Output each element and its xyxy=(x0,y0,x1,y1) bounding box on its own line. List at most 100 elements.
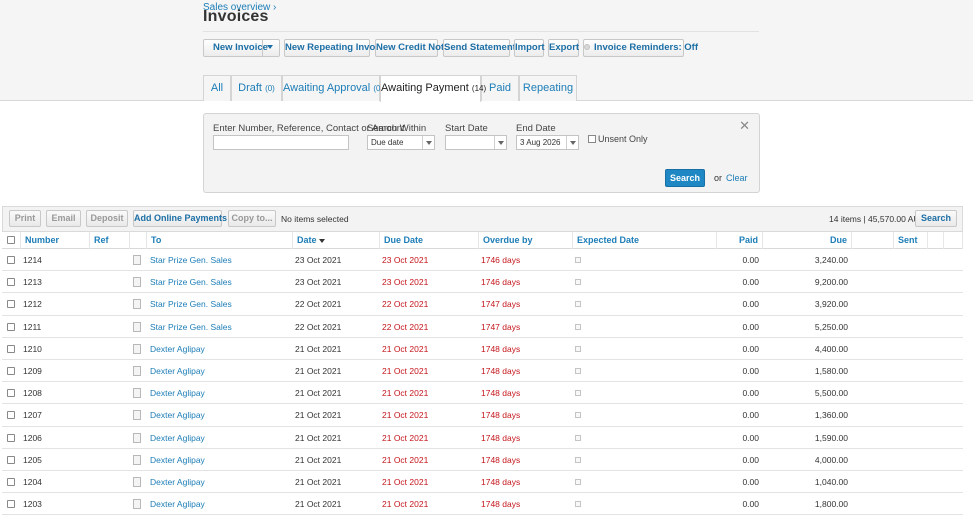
table-row[interactable]: 1208 Dexter Aglipay 21 Oct 2021 21 Oct 2021… xyxy=(2,382,963,405)
add-expected-date-icon[interactable] xyxy=(575,367,581,374)
invoice-date: 21 Oct 2021 xyxy=(295,476,342,487)
row-checkbox[interactable] xyxy=(7,278,15,287)
table-row[interactable]: 1212 Star Prize Gen. Sales 22 Oct 2021 22 O… xyxy=(2,293,963,316)
new-repeating-invoice-button[interactable]: New Repeating Invoice xyxy=(284,39,388,57)
copy-to-button[interactable]: Copy to... xyxy=(228,210,276,227)
print-button[interactable]: Print xyxy=(9,210,41,227)
new-invoice-button[interactable]: New Invoice xyxy=(203,39,280,57)
invoice-number[interactable]: 1214 xyxy=(23,249,42,271)
toolbar-search-button[interactable]: Search xyxy=(915,210,957,227)
invoice-number[interactable]: 1213 xyxy=(23,271,42,293)
row-checkbox[interactable] xyxy=(7,477,15,486)
table-row[interactable]: 1205 Dexter Aglipay 21 Oct 2021 21 Oct 2021… xyxy=(2,449,963,471)
invoice-number[interactable]: 1208 xyxy=(23,382,42,404)
contact-link[interactable]: Star Prize Gen. Sales xyxy=(150,249,232,271)
add-expected-date-icon[interactable] xyxy=(575,323,581,330)
invoice-reminders-button[interactable]: Invoice Reminders: Off xyxy=(583,39,698,57)
table-row[interactable]: 1206 Dexter Aglipay 21 Oct 2021 21 Oct 2021… xyxy=(2,427,963,449)
row-checkbox[interactable] xyxy=(7,500,15,509)
invoice-number[interactable]: 1210 xyxy=(23,338,42,360)
unsent-only-checkbox[interactable] xyxy=(588,135,596,143)
row-checkbox[interactable] xyxy=(7,389,15,398)
contact-link[interactable]: Dexter Aglipay xyxy=(150,493,205,515)
invoice-number[interactable]: 1212 xyxy=(23,293,42,315)
row-checkbox[interactable] xyxy=(7,256,15,264)
contact-link[interactable]: Dexter Aglipay xyxy=(150,360,205,382)
column-expected-date[interactable]: Expected Date xyxy=(572,232,716,249)
invoice-number[interactable]: 1204 xyxy=(23,471,42,493)
column-to[interactable]: To xyxy=(146,232,292,249)
column-number[interactable]: Number xyxy=(20,232,89,249)
email-button[interactable]: Email xyxy=(46,210,81,227)
column-date[interactable]: Date xyxy=(292,232,379,249)
table-row[interactable]: 1207 Dexter Aglipay 21 Oct 2021 21 Oct 2021… xyxy=(2,404,963,427)
tab-all[interactable]: All xyxy=(203,75,231,101)
add-expected-date-icon[interactable] xyxy=(575,257,581,263)
table-row[interactable]: 1214 Star Prize Gen. Sales 23 Oct 2021 23 O… xyxy=(2,249,963,272)
contact-link[interactable]: Dexter Aglipay xyxy=(150,404,205,426)
table-row[interactable]: 1209 Dexter Aglipay 21 Oct 2021 21 Oct 2021… xyxy=(2,360,963,383)
row-checkbox[interactable] xyxy=(7,366,15,375)
chevron-down-icon[interactable] xyxy=(267,40,273,56)
column-sent[interactable]: Sent xyxy=(893,232,927,249)
send-statements-button[interactable]: Send Statements xyxy=(443,39,521,57)
row-checkbox[interactable] xyxy=(7,300,15,309)
contact-link[interactable]: Dexter Aglipay xyxy=(150,338,205,360)
add-expected-date-icon[interactable] xyxy=(575,345,581,352)
clear-link[interactable]: Clear xyxy=(726,173,748,183)
export-button[interactable]: Export xyxy=(548,39,579,57)
table-row[interactable]: 1203 Dexter Aglipay 21 Oct 2021 21 Oct 2021… xyxy=(2,493,963,516)
invoice-number[interactable]: 1209 xyxy=(23,360,42,382)
contact-link[interactable]: Dexter Aglipay xyxy=(150,382,205,404)
column-overdue-by[interactable]: Overdue by xyxy=(478,232,572,249)
table-row[interactable]: 1204 Dexter Aglipay 21 Oct 2021 21 Oct 2021… xyxy=(2,471,963,494)
invoice-number[interactable]: 1211 xyxy=(23,316,41,338)
tab-awaiting-payment[interactable]: Awaiting Payment (14) xyxy=(380,75,486,102)
close-icon[interactable]: ✕ xyxy=(739,118,750,134)
invoice-number[interactable]: 1205 xyxy=(23,449,42,471)
row-checkbox[interactable] xyxy=(7,433,15,442)
contact-link[interactable]: Dexter Aglipay xyxy=(150,427,205,449)
invoice-number[interactable]: 1207 xyxy=(23,404,42,426)
tab-draft[interactable]: Draft (0) xyxy=(231,75,282,101)
tab-awaiting-approval[interactable]: Awaiting Approval (0) xyxy=(282,75,383,101)
add-expected-date-icon[interactable] xyxy=(575,478,581,485)
invoice-number[interactable]: 1206 xyxy=(23,427,42,449)
contact-link[interactable]: Star Prize Gen. Sales xyxy=(150,293,232,315)
deposit-button[interactable]: Deposit xyxy=(86,210,128,227)
row-checkbox[interactable] xyxy=(7,411,15,420)
contact-link[interactable]: Dexter Aglipay xyxy=(150,449,205,471)
column-due[interactable]: Due xyxy=(762,232,851,249)
table-row[interactable]: 1210 Dexter Aglipay 21 Oct 2021 21 Oct 2021… xyxy=(2,338,963,360)
row-checkbox[interactable] xyxy=(7,344,15,353)
column-due-date[interactable]: Due Date xyxy=(379,232,478,249)
end-date-picker[interactable]: 3 Aug 2026 xyxy=(516,135,579,150)
start-date-picker[interactable] xyxy=(445,135,507,150)
table-row[interactable]: 1211 Star Prize Gen. Sales 22 Oct 2021 22 O… xyxy=(2,316,963,338)
column-paid[interactable]: Paid xyxy=(716,232,762,249)
contact-link[interactable]: Star Prize Gen. Sales xyxy=(150,271,232,293)
add-expected-date-icon[interactable] xyxy=(575,279,581,286)
row-checkbox[interactable] xyxy=(7,322,15,331)
column-ref[interactable]: Ref xyxy=(89,232,129,249)
add-expected-date-icon[interactable] xyxy=(575,434,581,441)
new-credit-note-button[interactable]: New Credit Note xyxy=(375,39,449,57)
add-expected-date-icon[interactable] xyxy=(575,412,581,419)
row-checkbox[interactable] xyxy=(7,455,15,464)
add-expected-date-icon[interactable] xyxy=(575,390,581,397)
search-input[interactable] xyxy=(213,135,349,150)
tab-paid[interactable]: Paid xyxy=(481,75,519,101)
invoice-number[interactable]: 1203 xyxy=(23,493,42,515)
add-online-payments-button[interactable]: Add Online Payments xyxy=(133,210,227,227)
add-expected-date-icon[interactable] xyxy=(575,501,581,508)
select-all-checkbox[interactable] xyxy=(7,236,15,244)
table-row[interactable]: 1213 Star Prize Gen. Sales 23 Oct 2021 23 O… xyxy=(2,271,963,294)
search-within-select[interactable]: Due date xyxy=(367,135,435,150)
add-expected-date-icon[interactable] xyxy=(575,456,581,463)
contact-link[interactable]: Dexter Aglipay xyxy=(150,471,205,493)
tab-repeating[interactable]: Repeating xyxy=(519,75,577,101)
import-button[interactable]: Import xyxy=(514,39,545,57)
search-button[interactable]: Search xyxy=(665,169,705,187)
add-expected-date-icon[interactable] xyxy=(575,301,581,308)
contact-link[interactable]: Star Prize Gen. Sales xyxy=(150,316,232,338)
